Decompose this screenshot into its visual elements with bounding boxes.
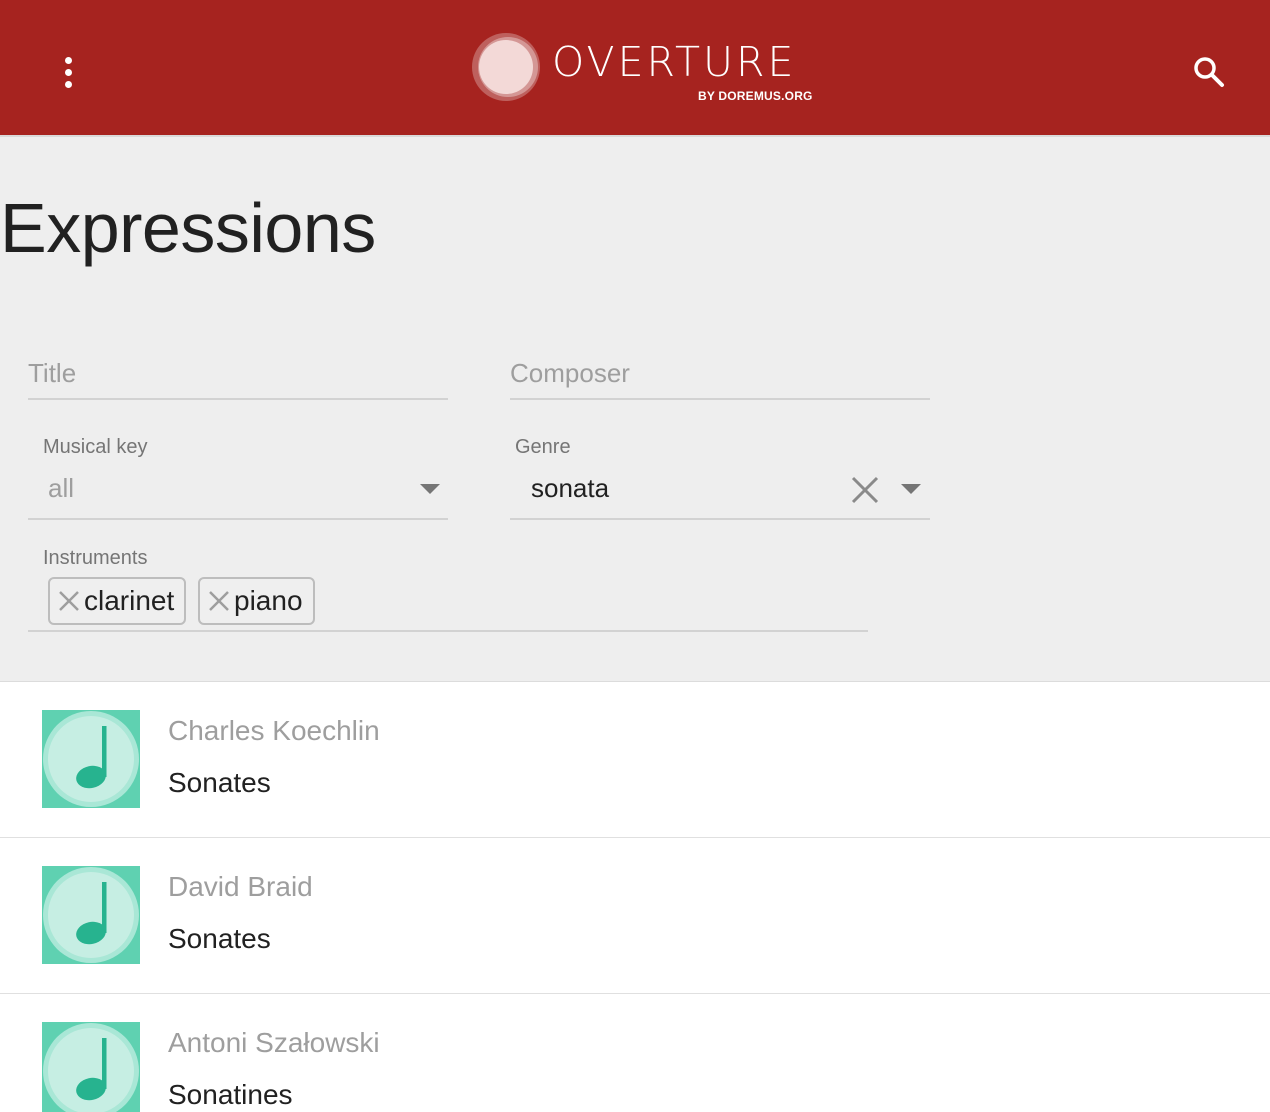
instruments-select[interactable]: Instruments clarinet piano <box>28 541 868 632</box>
list-item[interactable]: Charles Koechlin Sonates <box>0 682 1270 838</box>
music-note-icon <box>42 710 140 808</box>
overture-logo[interactable]: OVERTURE BY DOREMUS.ORG <box>466 32 816 106</box>
genre-value: sonata <box>531 473 610 503</box>
close-icon[interactable] <box>58 590 80 612</box>
genre-select[interactable]: Genre sonata <box>510 429 930 520</box>
brand-name: OVERTURE <box>552 38 797 86</box>
composer-name: David Braid <box>168 871 313 902</box>
filter-panel: Expressions Musical key all Genre sonata… <box>0 137 1270 682</box>
results-list: Charles Koechlin Sonates David Braid Son… <box>0 682 1270 1112</box>
list-item[interactable]: Antoni Szałowski Sonatines <box>0 994 1270 1112</box>
composer-input[interactable] <box>510 353 930 393</box>
app-bar: OVERTURE BY DOREMUS.ORG <box>0 0 1270 137</box>
close-icon[interactable] <box>208 590 230 612</box>
title-field[interactable] <box>28 353 448 400</box>
page-title: Expressions <box>0 189 376 267</box>
music-note-icon <box>42 1022 140 1112</box>
search-icon <box>1194 57 1224 87</box>
music-note-icon <box>42 866 140 964</box>
chevron-down-icon[interactable] <box>420 484 440 494</box>
list-item[interactable]: David Braid Sonates <box>0 838 1270 994</box>
work-title: Sonates <box>168 923 271 954</box>
musical-key-value: all <box>48 473 75 503</box>
more-vert-icon <box>64 56 72 64</box>
more-menu-button[interactable] <box>48 50 88 94</box>
composer-name: Charles Koechlin <box>168 715 380 746</box>
instruments-label: Instruments <box>43 547 148 569</box>
search-button[interactable] <box>1187 50 1231 94</box>
chip-label: clarinet <box>84 585 175 616</box>
title-input[interactable] <box>28 353 448 393</box>
chip-label: piano <box>234 585 303 616</box>
work-title: Sonatines <box>168 1079 293 1110</box>
composer-name: Antoni Szałowski <box>168 1027 380 1058</box>
musical-key-select[interactable]: Musical key all <box>28 429 448 520</box>
composer-field[interactable] <box>510 353 930 400</box>
chip-clarinet[interactable]: clarinet <box>48 577 187 625</box>
chevron-down-icon[interactable] <box>901 484 921 494</box>
logo-circle-icon <box>472 33 540 101</box>
clear-icon[interactable] <box>850 475 880 505</box>
genre-label: Genre <box>515 436 571 458</box>
chip-piano[interactable]: piano <box>198 577 315 625</box>
musical-key-label: Musical key <box>43 436 148 458</box>
work-title: Sonates <box>168 767 271 798</box>
brand-subtitle: BY DOREMUS.ORG <box>698 89 813 103</box>
